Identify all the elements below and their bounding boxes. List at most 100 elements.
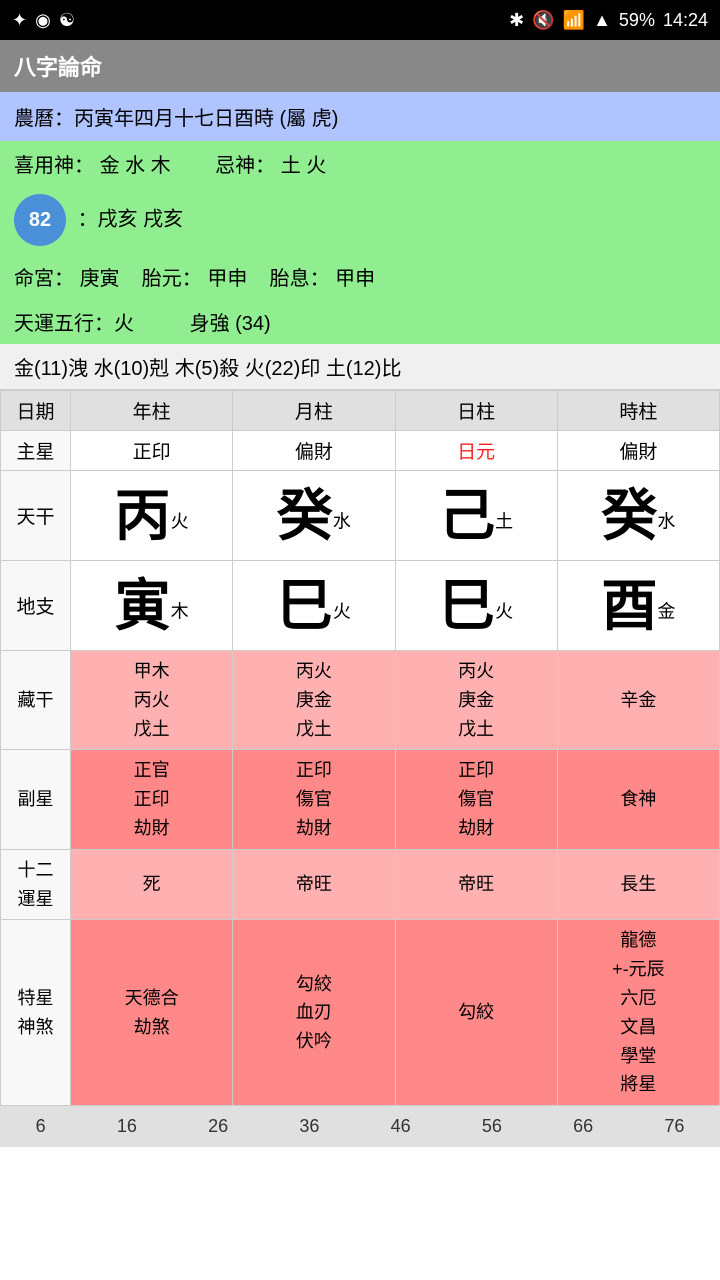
texing-nianzhu-line1: 天德合 xyxy=(73,984,230,1013)
zanggan-nianzhu-line2: 丙火 xyxy=(73,686,230,715)
texing-shizhu-line4: 文昌 xyxy=(560,1013,717,1042)
tianyun-row: 天運五行：火 身強 (34) xyxy=(0,299,720,344)
tiangan-rizhu-big: 己 xyxy=(439,484,495,547)
score-badge: 82 xyxy=(14,194,66,246)
texing-label: 特星 神煞 xyxy=(1,920,71,1106)
zhuxing-yuezhu: 偏財 xyxy=(233,431,395,471)
yunxing-label1: 十二 xyxy=(3,856,68,885)
bottom-num-3: 26 xyxy=(208,1116,228,1137)
fuxing-rizhu: 正印 傷官 劫財 xyxy=(395,750,557,849)
time-text: 14:24 xyxy=(663,10,708,31)
signal-icon: ▲ xyxy=(593,10,611,31)
dizhi-yuezhu: 巳火 xyxy=(233,561,395,651)
dizhi-nianzhu: 寅木 xyxy=(71,561,233,651)
zanggan-rizhu-line3: 戊土 xyxy=(398,715,555,744)
yunxing-label2: 運星 xyxy=(3,885,68,914)
col-header-riqi: 日期 xyxy=(1,391,71,431)
texing-yuezhu-line3: 伏吟 xyxy=(235,1027,392,1056)
col-header-yuezhu: 月柱 xyxy=(233,391,395,431)
zanggan-rizhu-line1: 丙火 xyxy=(398,657,555,686)
bottom-num-5: 46 xyxy=(391,1116,411,1137)
dizhi-rizhu-small: 火 xyxy=(495,601,513,621)
tiangan-nianzhu: 丙火 xyxy=(71,471,233,561)
bottom-num-8: 76 xyxy=(664,1116,684,1137)
fuxing-rizhu-line1: 正印 xyxy=(398,756,555,785)
fuxing-yuezhu-line3: 劫財 xyxy=(235,814,392,843)
bottom-num-7: 66 xyxy=(573,1116,593,1137)
dizhi-yuezhu-small: 火 xyxy=(333,601,351,621)
title-bar: 八字論命 xyxy=(0,40,720,92)
tiangan-shizhu-big: 癸 xyxy=(601,484,657,547)
tiangan-label: 天干 xyxy=(1,471,71,561)
fuxing-yuezhu: 正印 傷官 劫財 xyxy=(233,750,395,849)
texing-yuezhu: 勾絞 血刃 伏吟 xyxy=(233,920,395,1106)
zanggan-label: 藏干 xyxy=(1,651,71,750)
tiangan-yuezhu: 癸水 xyxy=(233,471,395,561)
col-header-nianzhu: 年柱 xyxy=(71,391,233,431)
zanggan-shizhu: 辛金 xyxy=(557,651,719,750)
dizhi-shizhu-big: 酉 xyxy=(601,574,657,637)
fuxing-nianzhu-line3: 劫財 xyxy=(73,814,230,843)
mute-icon: 🔇 xyxy=(532,10,554,31)
bottom-num-4: 36 xyxy=(299,1116,319,1137)
dizhi-nianzhu-small: 木 xyxy=(171,601,189,621)
status-right: ✱ 🔇 📶 ▲ 59% 14:24 xyxy=(509,10,708,31)
tianyun-wuxing: 天運五行：火 xyxy=(14,313,134,335)
zanggan-yuezhu-line1: 丙火 xyxy=(235,657,392,686)
dizhi-yuezhu-big: 巳 xyxy=(277,574,333,637)
app-title: 八字論命 xyxy=(14,55,102,80)
xiyong-row: 喜用神： 金 水 木 忌神： 土 火 xyxy=(0,141,720,186)
tiangan-shizhu-small: 水 xyxy=(657,511,675,531)
zanggan-yuezhu: 丙火 庚金 戊土 xyxy=(233,651,395,750)
texing-shizhu-line5: 學堂 xyxy=(560,1042,717,1071)
zanggan-rizhu: 丙火 庚金 戊土 xyxy=(395,651,557,750)
yunxing-yuezhu: 帝旺 xyxy=(233,849,395,920)
zanggan-nianzhu-line3: 戊土 xyxy=(73,715,230,744)
dizhi-label: 地支 xyxy=(1,561,71,651)
xiyong-label: 喜用神： xyxy=(14,155,94,177)
xiyong-value: 金 水 木 xyxy=(100,155,171,177)
minggong-label2: 胎元： xyxy=(142,268,202,290)
texing-label2: 神煞 xyxy=(3,1013,68,1042)
texing-shizhu-line6: 將星 xyxy=(560,1070,717,1099)
zhuxing-label: 主星 xyxy=(1,431,71,471)
main-table: 日期 年柱 月柱 日柱 時柱 主星 正印 偏財 日元 偏財 天干 丙火 癸水 己… xyxy=(0,390,720,1106)
lunar-info: 農曆：丙寅年四月十七日酉時 (屬 虎) xyxy=(14,108,338,130)
yunxing-row: 十二 運星 死 帝旺 帝旺 長生 xyxy=(1,849,720,920)
wifi-icon: 📶 xyxy=(563,10,585,31)
col-header-shizhu: 時柱 xyxy=(557,391,719,431)
texing-rizhu-line1: 勾絞 xyxy=(398,998,555,1027)
texing-shizhu-line2: +-元辰 xyxy=(560,955,717,984)
minggong-label1: 命宮： xyxy=(14,268,74,290)
texing-nianzhu-line2: 劫煞 xyxy=(73,1013,230,1042)
bottom-num-6: 56 xyxy=(482,1116,502,1137)
bottom-bar: 6 16 26 36 46 56 66 76 xyxy=(0,1106,720,1147)
tiangan-yuezhu-small: 水 xyxy=(333,511,351,531)
zhuxing-row: 主星 正印 偏財 日元 偏財 xyxy=(1,431,720,471)
texing-shizhu: 龍德 +-元辰 六厄 文昌 學堂 將星 xyxy=(557,920,719,1106)
dizhi-rizhu-big: 巳 xyxy=(439,574,495,637)
zanggan-nianzhu-line1: 甲木 xyxy=(73,657,230,686)
fuxing-rizhu-line2: 傷官 xyxy=(398,785,555,814)
texing-yuezhu-line1: 勾絞 xyxy=(235,970,392,999)
fuxing-yuezhu-line2: 傷官 xyxy=(235,785,392,814)
dizhi-shizhu: 酉金 xyxy=(557,561,719,651)
minggong-val1: 庚寅 xyxy=(80,268,120,290)
battery-text: 59% xyxy=(619,10,655,31)
col-header-rizhu: 日柱 xyxy=(395,391,557,431)
info-bar: 農曆：丙寅年四月十七日酉時 (屬 虎) xyxy=(0,92,720,141)
bluetooth-icon: ✱ xyxy=(509,10,524,31)
fuxing-nianzhu-line1: 正官 xyxy=(73,756,230,785)
tianyun-shengqiang: 身強 (34) xyxy=(190,313,271,335)
tiangan-yuezhu-big: 癸 xyxy=(277,484,333,547)
tiangan-shizhu: 癸水 xyxy=(557,471,719,561)
minggong-val2: 甲申 xyxy=(207,268,247,290)
zanggan-yuezhu-line2: 庚金 xyxy=(235,686,392,715)
star-icon: ✦ xyxy=(12,10,27,31)
fuxing-row: 副星 正官 正印 劫財 正印 傷官 劫財 正印 傷官 劫財 食神 xyxy=(1,750,720,849)
minggong-label3: 胎息： xyxy=(270,268,330,290)
dizhi-nianzhu-big: 寅 xyxy=(115,574,171,637)
zhuxing-nianzhu: 正印 xyxy=(71,431,233,471)
zanggan-rizhu-line2: 庚金 xyxy=(398,686,555,715)
zanggan-nianzhu: 甲木 丙火 戊土 xyxy=(71,651,233,750)
